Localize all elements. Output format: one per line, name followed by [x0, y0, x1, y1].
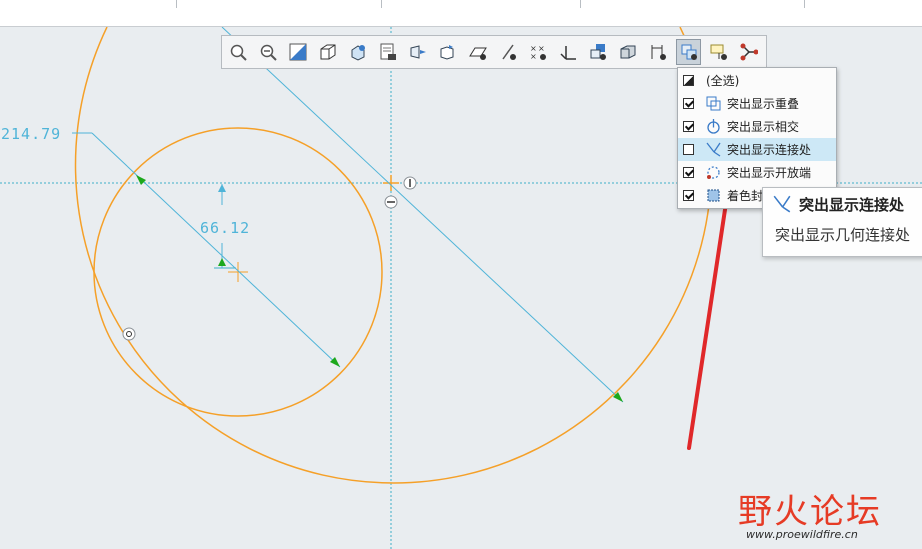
saved-orientations-button[interactable]: [345, 39, 371, 65]
intersect-checkbox[interactable]: [683, 121, 694, 132]
zoom-out-icon: [260, 44, 277, 61]
junction-checkbox[interactable]: [683, 144, 694, 155]
constraints-display-button[interactable]: [706, 39, 732, 65]
ribbon-divider: [176, 0, 177, 8]
open-end-checkbox[interactable]: [683, 167, 694, 178]
constraints-display-icon: [710, 44, 727, 60]
tangent-constraint-marker: [122, 327, 136, 341]
overlap-icon: [706, 96, 721, 111]
csys-display-button[interactable]: [556, 39, 582, 65]
spin-center-icon: [620, 45, 636, 59]
large-arc: [74, 27, 713, 484]
sketcher-diagnostics-icon: [681, 44, 697, 60]
svg-text:×: ×: [530, 52, 537, 61]
vertex-display-icon: [740, 43, 758, 61]
annotation-arrow-shaft: [687, 168, 733, 450]
dimension-large-radius[interactable]: 214.79: [1, 125, 61, 143]
intersect-icon: [707, 119, 720, 134]
zoom-in-button[interactable]: [225, 39, 251, 65]
axis-display-button[interactable]: [465, 39, 491, 65]
menu-item-label: 突出显示连接处: [727, 143, 812, 157]
dimension-display-button[interactable]: [646, 39, 672, 65]
shade-closed-loop-icon: [707, 189, 720, 202]
perspective-view-button[interactable]: [405, 39, 431, 65]
overlap-checkbox[interactable]: [683, 98, 694, 109]
csys-display-icon: [560, 46, 577, 60]
tooltip-title: 突出显示连接处: [799, 196, 905, 214]
sketch-display-icon: [502, 44, 517, 60]
graphics-toolbar: × × ×: [221, 35, 767, 69]
plane-display-icon: [440, 45, 454, 60]
saved-orientations-icon: [351, 45, 365, 61]
top-ribbon-strip: [0, 0, 922, 27]
shade-closed-loop-checkbox[interactable]: [683, 190, 694, 201]
refit-button[interactable]: [285, 39, 311, 65]
dimension-arrowhead: [218, 184, 226, 192]
menu-item-select-all[interactable]: (全选): [678, 69, 836, 92]
ribbon-divider: [580, 0, 581, 8]
view-manager-icon: [380, 43, 396, 60]
annotation-display-button[interactable]: [586, 39, 612, 65]
menu-item-label: 突出显示重叠: [727, 97, 800, 111]
menu-item-label: (全选): [706, 74, 740, 88]
junction-tooltip: 突出显示连接处 突出显示几何连接处: [762, 187, 922, 257]
menu-item-highlight-junction[interactable]: 突出显示连接处: [678, 138, 836, 161]
junction-icon: [706, 142, 721, 157]
tooltip-description: 突出显示几何连接处: [775, 226, 911, 244]
axis-display-icon: [469, 47, 488, 60]
menu-item-highlight-overlap[interactable]: 突出显示重叠: [678, 92, 836, 115]
dimension-arrowhead: [218, 258, 226, 266]
vertex-display-button[interactable]: [736, 39, 762, 65]
perspective-view-icon: [410, 45, 427, 59]
forum-watermark: 野火论坛 www.proewildfire.cn: [738, 484, 922, 549]
menu-item-label: 突出显示相交: [727, 120, 800, 134]
dimension-display-icon: [651, 45, 667, 60]
dimension-line: [221, 27, 624, 403]
sketcher-diagnostics-button[interactable]: [675, 39, 702, 65]
annotation-display-icon: [590, 44, 607, 60]
point-display-icon: × ××: [530, 44, 547, 61]
dimension-small-radius[interactable]: 66.12: [200, 219, 250, 237]
sketch-display-button[interactable]: [495, 39, 521, 65]
point-display-button[interactable]: × × ×: [525, 39, 551, 65]
refit-icon: [289, 43, 307, 61]
select-all-checkbox[interactable]: [683, 75, 694, 86]
menu-item-label: 突出显示开放端: [727, 166, 812, 180]
ribbon-divider: [804, 0, 805, 8]
display-style-icon: [320, 44, 336, 60]
svg-text:×: ×: [538, 44, 545, 53]
display-style-button[interactable]: [315, 39, 341, 65]
junction-icon: [773, 195, 791, 213]
zoom-in-icon: [230, 44, 247, 61]
watermark-url: www.proewildfire.cn: [746, 528, 858, 541]
zoom-out-button[interactable]: [255, 39, 281, 65]
menu-item-highlight-intersect[interactable]: 突出显示相交: [678, 115, 836, 138]
open-end-icon: [707, 166, 720, 179]
menu-item-highlight-open-ends[interactable]: 突出显示开放端: [678, 161, 836, 184]
spin-center-button[interactable]: [616, 39, 642, 65]
view-manager-button[interactable]: [375, 39, 401, 65]
plane-display-button[interactable]: [435, 39, 461, 65]
ribbon-divider: [381, 0, 382, 8]
watermark-brand: 野火论坛: [738, 492, 882, 532]
